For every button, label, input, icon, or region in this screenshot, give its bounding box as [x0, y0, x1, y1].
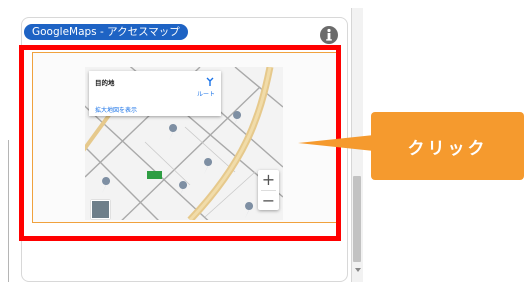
callout-pointer [298, 135, 374, 151]
click-highlight-frame [19, 45, 341, 241]
scroll-down-icon[interactable] [355, 268, 361, 272]
window-border [8, 140, 9, 282]
widget-title-badge: GoogleMaps - アクセスマップ [24, 24, 188, 40]
scrollbar-thumb[interactable] [353, 176, 361, 262]
info-icon[interactable] [318, 24, 340, 46]
click-callout: クリック [371, 112, 524, 180]
